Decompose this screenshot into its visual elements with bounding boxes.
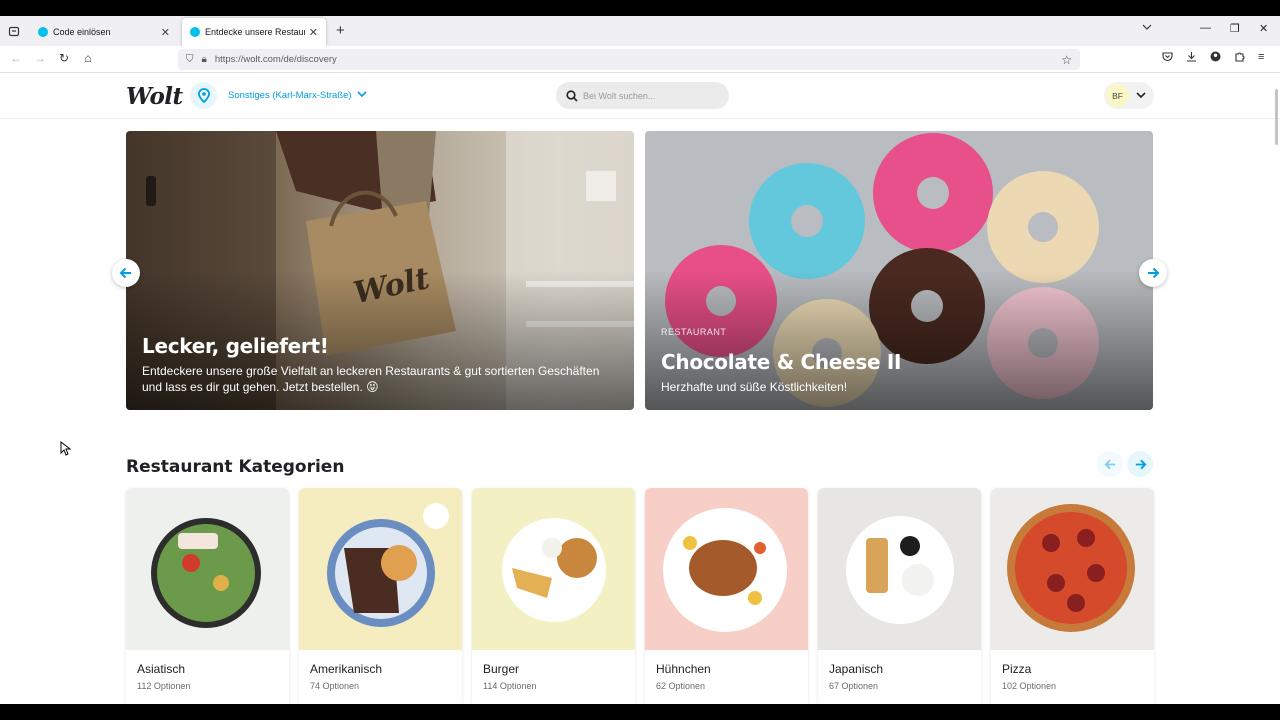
home-icon[interactable]: ⌂ <box>80 51 96 65</box>
categories-prev-button[interactable] <box>1097 451 1123 477</box>
tab-discovery[interactable]: Entdecke unsere Restaurants, S... ✕ <box>182 18 326 46</box>
site-header: Wolt Sonstiges (Karl-Marx-Straße) BF <box>0 73 1280 119</box>
category-name: Asiatisch <box>137 662 186 676</box>
mouse-cursor-icon <box>60 441 71 456</box>
extensions-icon[interactable] <box>1234 51 1245 65</box>
account-icon[interactable] <box>1210 51 1221 65</box>
arrow-left-icon <box>1104 459 1115 469</box>
category-name: Japanisch <box>829 662 884 676</box>
search-icon <box>566 89 578 102</box>
pocket-icon[interactable] <box>1162 51 1173 65</box>
banner-title: Lecker, geliefert! <box>142 334 329 358</box>
tab-list-icon[interactable] <box>4 21 24 41</box>
forward-icon[interactable]: → <box>32 51 48 65</box>
categories-heading: Restaurant Kategorien <box>126 457 345 477</box>
category-count: 67 Optionen <box>829 681 879 691</box>
banner-subtitle: Entdeckere unsere große Vielfalt an leck… <box>142 364 600 394</box>
arrow-left-icon <box>119 267 131 279</box>
tab-title: Code einlösen <box>53 27 111 37</box>
profile-menu-button[interactable]: BF <box>1104 82 1154 109</box>
scrollbar-thumb[interactable] <box>1275 89 1278 145</box>
window-close-icon[interactable]: ✕ <box>1259 22 1268 35</box>
url-bar[interactable]: ⛉ 🔒︎ https://wolt.com/de/discovery ☆ <box>178 49 1080 70</box>
category-name: Amerikanisch <box>310 662 383 676</box>
arrow-right-icon <box>1148 267 1160 279</box>
category-image <box>472 488 635 650</box>
chevron-down-icon[interactable] <box>355 87 369 101</box>
wolt-favicon-icon <box>190 27 200 37</box>
bookmark-star-icon[interactable]: ☆ <box>1061 53 1072 67</box>
shield-icon[interactable]: ⛉ <box>186 54 194 65</box>
category-card-japanisch[interactable]: Japanisch 67 Optionen <box>818 488 981 704</box>
avatar[interactable]: BF <box>1106 84 1129 107</box>
category-card-asiatisch[interactable]: Asiatisch 112 Optionen <box>126 488 289 704</box>
category-card-amerikanisch[interactable]: Amerikanisch 74 Optionen <box>299 488 462 704</box>
carousel-next-button[interactable] <box>1139 259 1167 287</box>
lock-icon[interactable]: 🔒︎ <box>202 54 207 65</box>
category-image <box>991 488 1154 650</box>
category-image <box>645 488 808 650</box>
banner-subtitle: Herzhafte und süße Köstlichkeiten! <box>661 380 848 394</box>
category-count: 74 Optionen <box>310 681 360 691</box>
location-pin-icon[interactable] <box>190 82 217 109</box>
category-count: 102 Optionen <box>1002 681 1057 691</box>
url-text[interactable]: https://wolt.com/de/discovery <box>215 54 1061 65</box>
navigation-bar: ← → ↻ ⌂ ⛉ 🔒︎ https://wolt.com/de/discove… <box>0 46 1280 73</box>
categories-next-button[interactable] <box>1127 451 1153 477</box>
tab-bar: Code einlösen ✕ Entdecke unsere Restaura… <box>0 16 1280 46</box>
chevron-down-icon[interactable] <box>1135 89 1147 101</box>
tab-overflow-chevron-icon[interactable] <box>1142 22 1152 35</box>
category-name: Pizza <box>1002 662 1032 676</box>
reload-icon[interactable]: ↻ <box>56 51 72 65</box>
category-count: 112 Optionen <box>137 681 191 691</box>
category-count: 62 Optionen <box>656 681 706 691</box>
maximize-icon[interactable]: ❐ <box>1230 22 1240 35</box>
back-icon[interactable]: ← <box>8 51 24 65</box>
banner-title: Chocolate & Cheese II <box>661 350 902 374</box>
search-bar[interactable] <box>556 82 729 109</box>
wolt-favicon-icon <box>38 27 48 37</box>
minimize-icon[interactable]: — <box>1200 22 1211 34</box>
carousel-prev-button[interactable] <box>112 259 140 287</box>
menu-icon[interactable]: ≡ <box>1258 51 1264 63</box>
banner-kicker: RESTAURANT <box>661 327 727 337</box>
new-tab-icon[interactable]: + <box>336 22 345 39</box>
hero-banner-chocolate-cheese[interactable]: RESTAURANT Chocolate & Cheese II Herzhaf… <box>645 131 1153 410</box>
page-scrollbar[interactable] <box>1272 73 1280 704</box>
hero-banner-delivery[interactable]: Wolt Lecker, geliefert! Entdeckere unser… <box>126 131 634 410</box>
category-card-pizza[interactable]: Pizza 102 Optionen <box>991 488 1154 704</box>
download-icon[interactable] <box>1186 51 1197 65</box>
category-name: Burger <box>483 662 520 676</box>
delivery-location[interactable]: Sonstiges (Karl-Marx-Straße) <box>228 90 352 101</box>
category-card-huehnchen[interactable]: Hühnchen 62 Optionen <box>645 488 808 704</box>
tab-code-einloesen[interactable]: Code einlösen ✕ <box>30 18 178 46</box>
category-image <box>126 488 289 650</box>
category-image <box>818 488 981 650</box>
browser-window: Code einlösen ✕ Entdecke unsere Restaura… <box>0 16 1280 704</box>
tab-title: Entdecke unsere Restaurants, S... <box>205 27 305 37</box>
search-input[interactable] <box>583 90 713 101</box>
close-icon[interactable]: ✕ <box>161 26 170 39</box>
category-name: Hühnchen <box>656 662 711 676</box>
category-count: 114 Optionen <box>483 681 537 691</box>
category-image <box>299 488 462 650</box>
wolt-logo[interactable]: Wolt <box>126 83 183 110</box>
arrow-right-icon <box>1135 459 1146 469</box>
category-card-burger[interactable]: Burger 114 Optionen <box>472 488 635 704</box>
close-icon[interactable]: ✕ <box>309 26 318 39</box>
